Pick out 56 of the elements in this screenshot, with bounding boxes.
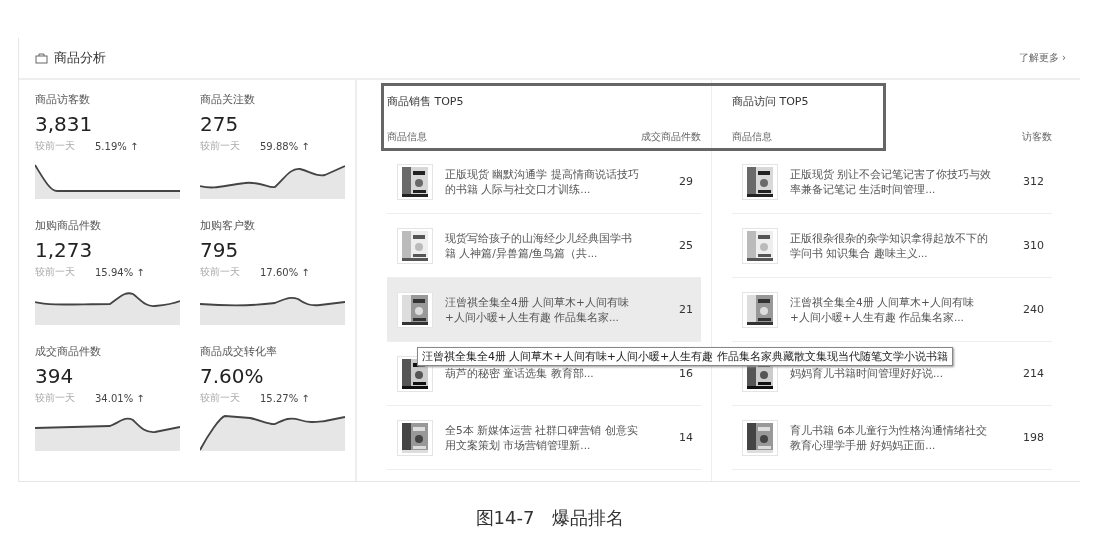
product-count: 21 [678,303,693,316]
section-title: 商品访问 TOP5 [732,94,809,110]
change-percent: 15.94% ↑ [95,266,145,278]
product-name: 正版现货 幽默沟通学 提高情商说话技巧的书籍 人际与社交口才训练... [445,166,640,197]
metric-label: 商品访客数 [35,92,90,107]
product-name: 汪曾祺全集全4册 人间草木+人间有味+人间小暖+人生有趣 作品集名家... [445,294,630,325]
metric-value: 275 [200,112,239,136]
column-header: 商品信息 [387,130,427,144]
product-name: 葫芦的秘密 童话选集 教育部... [445,366,595,381]
product-name: 妈妈育儿书籍时间管理好好说... [790,366,944,381]
product-name: 正版现货 别让不会记笔记害了你技巧与效率兼备记笔记 生活时间管理... [790,166,992,197]
column-header: 访客数 [1022,130,1052,144]
product-count: 198 [1022,431,1044,444]
figure-caption: 图14-7 爆品排名 [475,506,625,530]
tooltip: 汪曾祺全集全4册 人间草木+人间有味+人间小暖+人生有趣 作品集名家典藏散文集现当代随笔文学小说书籍 [417,347,953,366]
metric-label: 加购商品件数 [35,218,101,233]
change-percent: 5.19% ↑ [95,140,139,152]
product-row[interactable]: 汪曾祺全集全4册 人间草木+人间有味+人间小暖+人生有趣 作品集名家... 21 [387,278,701,342]
product-count: 29 [678,175,693,188]
product-count: 25 [678,239,693,252]
product-count: 16 [678,367,693,380]
product-row[interactable]: 正版现货 别让不会记笔记害了你技巧与效率兼备记笔记 生活时间管理... 312 [732,150,1052,214]
shopping-bag-icon [35,52,48,64]
metric-value: 7.60% [200,364,264,388]
metric-label: 商品关注数 [200,92,255,107]
section-title: 商品销售 TOP5 [387,94,464,110]
change-percent: 59.88% ↑ [260,140,310,152]
product-count: 240 [1022,303,1044,316]
product-row[interactable]: 全5本 新媒体运营 社群口碑营销 创意实用文案策划 市场营销管理新... 14 [387,406,701,470]
column-header: 成交商品件数 [641,130,701,144]
product-name: 现货写给孩子的山海经少儿经典国学书籍 人神篇/异兽篇/鱼鸟篇（共... [445,230,633,261]
product-name: 育儿书籍 6本儿童行为性格沟通情绪社交教育心理学手册 好妈妈正面... [790,422,989,453]
product-row[interactable]: 正版很杂很杂的杂学知识拿得起放不下的学问书 知识集合 趣味主义... 310 [732,214,1052,278]
learn-more-link[interactable]: 了解更多 › [1018,51,1066,65]
product-row[interactable]: 育儿书籍 6本儿童行为性格沟通情绪社交教育心理学手册 好妈妈正面... 198 [732,406,1052,470]
change-percent: 15.27% ↑ [260,392,310,404]
metric-value: 3,831 [35,112,93,136]
product-count: 14 [678,431,693,444]
change-percent: 17.60% ↑ [260,266,310,278]
metric-value: 795 [200,238,239,262]
metric-label: 成交商品件数 [35,344,101,359]
product-name: 全5本 新媒体运营 社群口碑营销 创意实用文案策划 市场营销管理新... [445,422,639,453]
metric-label: 加购客户数 [200,218,255,233]
panel-title: 商品分析 [54,49,106,67]
change-percent: 34.01% ↑ [95,392,145,404]
metric-value: 394 [35,364,74,388]
product-row[interactable]: 正版现货 幽默沟通学 提高情商说话技巧的书籍 人际与社交口才训练... 29 [387,150,701,214]
metric-value: 1,273 [35,238,93,262]
column-header: 商品信息 [732,130,772,144]
product-count: 312 [1022,175,1044,188]
product-count: 310 [1022,239,1044,252]
product-count: 214 [1022,367,1044,380]
product-row[interactable]: 汪曾祺全集全4册 人间草木+人间有味+人间小暖+人生有趣 作品集名家... 240 [732,278,1052,342]
product-name: 汪曾祺全集全4册 人间草木+人间有味+人间小暖+人生有趣 作品集名家... [790,294,975,325]
product-name: 正版很杂很杂的杂学知识拿得起放不下的学问书 知识集合 趣味主义... [790,230,989,261]
metric-label: 商品成交转化率 [200,344,277,359]
